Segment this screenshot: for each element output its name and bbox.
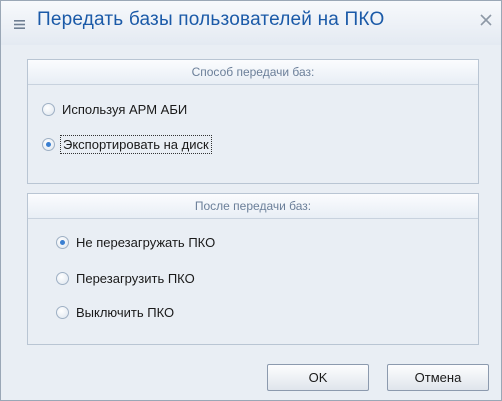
- radio-reboot[interactable]: [56, 271, 69, 285]
- option-export-to-disk-label: Экспортировать на диск: [60, 134, 212, 154]
- option-no-reboot[interactable]: Не перезагружать ПКО: [56, 232, 215, 252]
- option-reboot[interactable]: Перезагрузить ПКО: [56, 268, 195, 288]
- cancel-button[interactable]: Отмена: [387, 364, 489, 391]
- menu-icon[interactable]: [14, 17, 25, 29]
- ok-button[interactable]: OK: [267, 364, 369, 391]
- radio-use-arm-abi[interactable]: [42, 102, 55, 116]
- option-no-reboot-label: Не перезагружать ПКО: [76, 234, 216, 250]
- option-shutdown[interactable]: Выключить ПКО: [56, 302, 174, 322]
- radio-export-to-disk[interactable]: [42, 137, 55, 151]
- transfer-dialog: Передать базы пользователей на ПКО Спосо…: [0, 0, 502, 401]
- after-transfer-header: После передачи баз:: [28, 194, 478, 219]
- transfer-method-header: Способ передачи баз:: [28, 60, 478, 85]
- radio-shutdown[interactable]: [56, 305, 69, 319]
- radio-no-reboot[interactable]: [56, 235, 69, 249]
- dialog-title: Передать базы пользователей на ПКО: [37, 9, 385, 30]
- title-bar: Передать базы пользователей на ПКО: [1, 1, 501, 45]
- option-shutdown-label: Выключить ПКО: [76, 304, 175, 320]
- option-use-arm-abi-label: Используя АРМ АБИ: [62, 101, 188, 117]
- option-export-to-disk[interactable]: Экспортировать на диск: [42, 134, 212, 154]
- option-use-arm-abi[interactable]: Используя АРМ АБИ: [42, 99, 187, 119]
- after-transfer-group: После передачи баз: Не перезагружать ПКО…: [27, 193, 479, 345]
- close-icon[interactable]: [479, 13, 493, 27]
- option-reboot-label: Перезагрузить ПКО: [76, 270, 195, 286]
- transfer-method-group: Способ передачи баз: Используя АРМ АБИ Э…: [27, 59, 479, 184]
